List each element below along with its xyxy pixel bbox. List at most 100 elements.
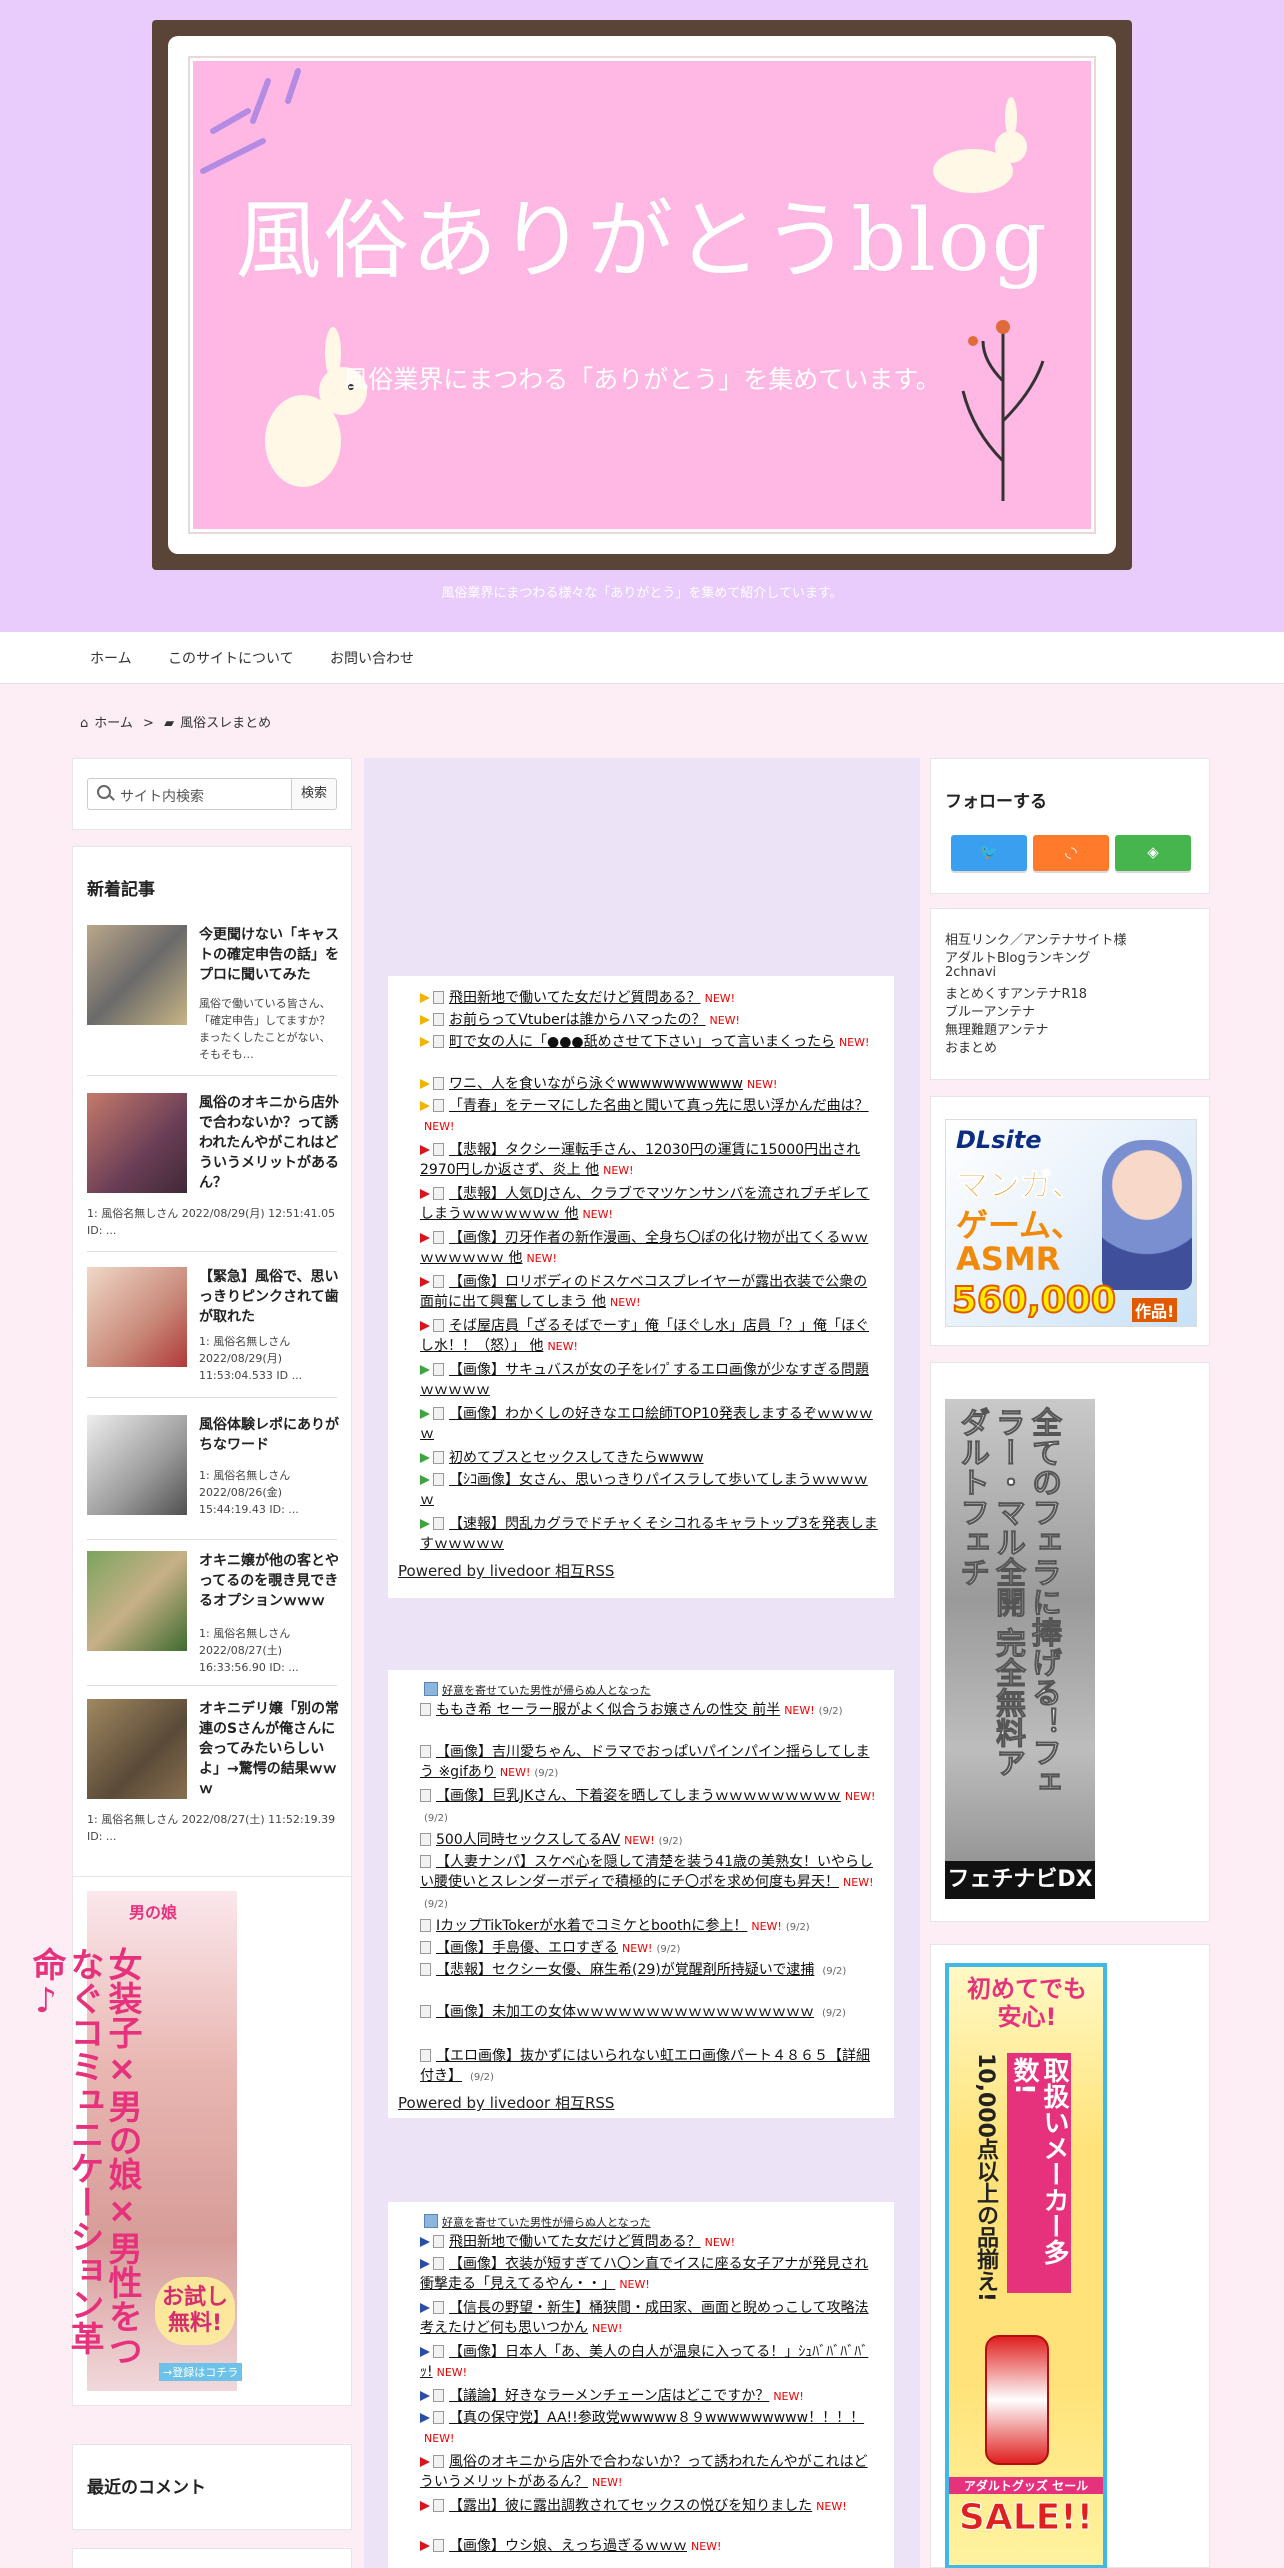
search-button[interactable]: 検索	[291, 778, 337, 810]
feed-item[interactable]: 【画像】日本人「あ、美人の白人が温泉に入ってる！」ｼｭﾊﾞﾊﾞﾊﾞﾊﾞｯ! NEW…	[420, 2342, 880, 2383]
feed-item[interactable]: 【速報】閃乱カグラでドチャくそシコれるキャラトップ3を発表しますｗｗｗｗｗ	[420, 1514, 880, 1554]
banner-inner	[188, 56, 1096, 534]
article-title[interactable]: オキニデリ嬢「別の常連のSさんが俺さんに会ってみたいらしいよ」→驚愕の結果ｗｗｗ	[199, 1699, 339, 1799]
nav-contact[interactable]: お問い合わせ	[330, 648, 414, 668]
adult-goods-ad[interactable]: 初めてでも安心! 取扱いメーカー多数! 10,000点以上の品揃え! アダルトグ…	[930, 1944, 1210, 2568]
feed-item[interactable]: 【露出】彼に露出調教されてセックスの悦びを知りました NEW!	[420, 2496, 880, 2517]
feed-item[interactable]: 【画像】吉川愛ちゃん、ドラマでおっぱいパインパイン揺らしてしまう ※gifあり N…	[420, 1742, 880, 1784]
ad-image: DLsite マンガ、 ゲーム、 ASMR 560,000 作品!	[945, 1119, 1197, 1327]
feedly-button[interactable]: ◈	[1115, 835, 1191, 871]
feed-item[interactable]: 【画像】サキュバスが女の子をﾚｲﾌﾟするエロ画像が少なすぎる問題ｗｗｗｗｗ	[420, 1360, 880, 1400]
feed-item[interactable]: お前らってVtuberは誰からハマったの？ NEW!	[420, 1010, 880, 1031]
feed-item[interactable]: 【画像】手島優、エロすぎる NEW! (9/2)	[420, 1938, 880, 1960]
arrow-icon	[420, 2501, 430, 2511]
twitter-button[interactable]: 🐦	[951, 835, 1027, 871]
article-thumbnail[interactable]	[87, 1551, 187, 1651]
feed-item[interactable]: 町で女の人に「●●●舐めさせて下さい」って言いまくったら NEW!	[420, 1032, 880, 1053]
link-item[interactable]: おまとめ	[945, 1037, 997, 1056]
feed-item[interactable]: そば屋店員「ざるそばでーす」俺「ほぐし水」店員「？」俺「ほぐし水！！（怒）」 他…	[420, 1316, 880, 1357]
feed-item[interactable]: 【画像】衣装が短すぎてハ〇ン直でイスに座る女子アナが発見され衝撃走る「見えてるや…	[420, 2254, 880, 2295]
feed-item[interactable]: 「青春」をテーマにした名曲と聞いて真っ先に思い浮かんだ曲は？NEW!	[420, 1096, 880, 1137]
feed-item[interactable]: 【悲報】タクシー運転手さん、12030円の運賃に15000円出され2970円しか…	[420, 1140, 880, 1181]
article-excerpt: 1: 風俗名無しさん 2022/08/29(月) 12:51:41.05 ID:…	[87, 1207, 336, 1237]
feedly-icon: ◈	[1147, 843, 1159, 861]
feed-item[interactable]: 飛田新地で働いてた女だけど質問ある？ NEW!	[420, 988, 880, 1009]
feed-item[interactable]: 【画像】ウシ娘、えっち過ぎるｗｗｗ NEW!	[420, 2536, 880, 2557]
ad-headline: 女装子×男の娘×男性をつなぐコミュニケーション革命♪	[26, 1947, 142, 2367]
ad-link[interactable]: →登録はコチラ	[159, 2363, 243, 2381]
dlsite-ad[interactable]: DLsite マンガ、 ゲーム、 ASMR 560,000 作品!	[930, 1096, 1210, 1346]
article-thumbnail[interactable]	[87, 1267, 187, 1367]
divider	[87, 1251, 337, 1252]
search-input[interactable]: サイト内検索	[87, 778, 291, 810]
feed-item[interactable]: 【悲報】セクシー女優、麻生希(29)が覚醒剤所持疑いで逮捕 (9/2)	[420, 1960, 880, 1982]
link-item[interactable]: ブルーアンテナ	[945, 1001, 1035, 1020]
fetish-navi-logo: フェチナビDX	[945, 1861, 1095, 1899]
feed-item[interactable]: 500人同時セックスしてるAV NEW! (9/2)	[420, 1830, 880, 1852]
feed-item[interactable]: IカップTikTokerが水着でコミケとboothに参上！ NEW! (9/2)	[420, 1916, 880, 1938]
header-banner[interactable]: 風俗ありがとうblog 風俗業界にまつわる「ありがとう」を集めています。	[152, 20, 1132, 570]
link-item[interactable]: 無理難題アンテナ	[945, 1019, 1048, 1038]
link-item[interactable]: まとめくすアンテナR18	[945, 983, 1087, 1002]
feed-item[interactable]: ワニ、人を食いながら泳ぐwwwwwwwwwww NEW!	[420, 1074, 880, 1095]
feed-item[interactable]: 【画像】未加工の女体ｗｗｗｗｗｗｗｗｗｗｗｗｗｗｗｗｗ (9/2)	[420, 2002, 880, 2024]
nav-home[interactable]: ホーム	[90, 648, 132, 668]
page-icon	[433, 2345, 444, 2358]
article-thumbnail[interactable]	[87, 1093, 187, 1193]
feed-item[interactable]: 初めてブスとセックスしてきたらwwww	[420, 1448, 880, 1468]
powered-by-link[interactable]: Powered by livedoor 相互RSS	[398, 2092, 614, 2113]
article-title[interactable]: 風俗のオキニから店外で合わないか？って誘われたんやがこれはどういうメリットがある…	[199, 1093, 339, 1193]
feed-item[interactable]: 風俗のオキニから店外で合わないか？って誘われたんやがこれはどういうメリットがある…	[420, 2452, 880, 2493]
feed-item[interactable]: 【悲報】人気DJさん、クラブでマツケンサンバを流されブチギレてしまうｗｗｗｗｗｗ…	[420, 1184, 880, 1225]
breadcrumb-home[interactable]: ホーム	[94, 716, 133, 731]
follow-widget: フォローする 🐦 ◟◝ ◈	[930, 758, 1210, 894]
feed-item[interactable]: 【信長の野望・新生】桶狭間・成田家、画面と睨めっこして攻略法考えたけど何も思いつ…	[420, 2298, 880, 2339]
feed-item[interactable]: 【人妻ナンパ】スケベ心を隠して清楚を装う41歳の美熟女！いやらしい腰使いとスレン…	[420, 1852, 880, 1915]
feed-item[interactable]: 【画像】巨乳JKさん、下着姿を晒してしまうｗｗｗｗｗｗｗｗｗ NEW!(9/2)	[420, 1786, 880, 1829]
article-title[interactable]: オキニ嬢が他の客とやってるのを覗き見できるオプションｗｗｗ	[199, 1551, 339, 1611]
site-title[interactable]: 風俗ありがとうblog	[0, 170, 1284, 295]
banner-decoration	[200, 68, 1045, 501]
fetish-navi-ad[interactable]: 全てのフェラに捧げる！フェラー・マル全開 完全無料アダルトフェチ フェチナビDX	[930, 1362, 1210, 1922]
main-content: 飛田新地で働いてた女だけど質問ある？ NEW! お前らってVtuberは誰からハマ…	[364, 758, 920, 2568]
link-item[interactable]: 2chnavi	[945, 965, 996, 980]
rss-button[interactable]: ◟◝	[1033, 835, 1109, 871]
channel-link[interactable]: 好意を寄せていた男性が帰らぬ人となった	[424, 2214, 651, 2230]
article-title[interactable]: 風俗体験レポにありがちなワード	[199, 1415, 339, 1455]
feed-item[interactable]: 【エロ画像】抜かずにはいられない虹エロ画像パート４８６５【詳細付き】 (9/2)	[420, 2046, 880, 2088]
character-illustration	[1102, 1140, 1192, 1290]
nav-about[interactable]: このサイトについて	[168, 648, 294, 668]
folder-icon: ▰	[164, 716, 175, 731]
page-icon	[433, 1187, 444, 1200]
feed-item[interactable]: 飛田新地で働いてた女だけど質問ある？ NEW!	[420, 2232, 880, 2253]
arrow-icon	[420, 2413, 430, 2423]
page-icon	[433, 1077, 444, 1090]
feed-item[interactable]: 【画像】わかくしの好きなエロ絵師TOP10発表しまするぞｗｗｗｗｗ	[420, 1404, 880, 1444]
powered-by-link[interactable]: Powered by livedoor 相互RSS	[398, 1560, 614, 1581]
feed-item[interactable]: 【ｼｺ画像】女さん、思いっきりパイスラして歩いてしまうｗｗｗｗｗ	[420, 1470, 880, 1510]
page-icon	[433, 1407, 444, 1420]
feed-item[interactable]: 【画像】ロリボディのドスケベコスプレイヤーが露出衣装で公衆の面前に出て興奮してし…	[420, 1272, 880, 1313]
article-title[interactable]: 今更聞けない「キャストの確定申告の話」をプロに聞いてみた	[199, 925, 339, 985]
recent-posts-widget: 新着記事 今更聞けない「キャストの確定申告の話」をプロに聞いてみた 風俗で働いて…	[72, 846, 352, 1884]
feed-item[interactable]: 【議論】好きなラーメンチェーン店はどこですか？ NEW!	[420, 2386, 880, 2407]
product-image	[985, 2335, 1049, 2465]
article-thumbnail[interactable]	[87, 925, 187, 1025]
feed-item[interactable]: ももき希 セーラー服がよく似合うお嬢さんの性交 前半 NEW! (9/2)	[420, 1700, 880, 1722]
feed-item[interactable]: 【真の保守党】AA!!参政党wwwww８９wwwwwwwww！！！！NEW!	[420, 2408, 880, 2449]
feed-item[interactable]: 【画像】刃牙作者の新作漫画、全身ち〇ぽの化け物が出てくるｗｗｗｗｗｗｗｗ 他 NE…	[420, 1228, 880, 1269]
page-icon	[420, 1963, 431, 1976]
arrow-icon	[420, 2259, 430, 2269]
otoko-no-ko-ad[interactable]: 男の娘 女装子×男の娘×男性をつなぐコミュニケーション革命♪ お試し無料! →登…	[26, 1876, 352, 2406]
ad-logo: 男の娘	[129, 1903, 178, 1922]
arrow-icon	[420, 1277, 430, 1287]
article-thumbnail[interactable]	[87, 1415, 187, 1515]
article-title[interactable]: 【緊急】風俗で、思いっきりピンクされて歯が取れた	[199, 1267, 339, 1327]
rss-feed-1: 飛田新地で働いてた女だけど質問ある？ NEW! お前らってVtuberは誰からハマ…	[388, 976, 894, 1598]
arrow-icon	[420, 2347, 430, 2357]
channel-link[interactable]: 好意を寄せていた男性が帰らぬ人となった	[424, 1682, 651, 1698]
link-item[interactable]: アダルトBlogランキング	[945, 947, 1090, 966]
arrow-icon	[420, 1101, 430, 1111]
article-thumbnail[interactable]	[87, 1699, 187, 1799]
breadcrumb-category[interactable]: 風俗スレまとめ	[180, 716, 271, 731]
